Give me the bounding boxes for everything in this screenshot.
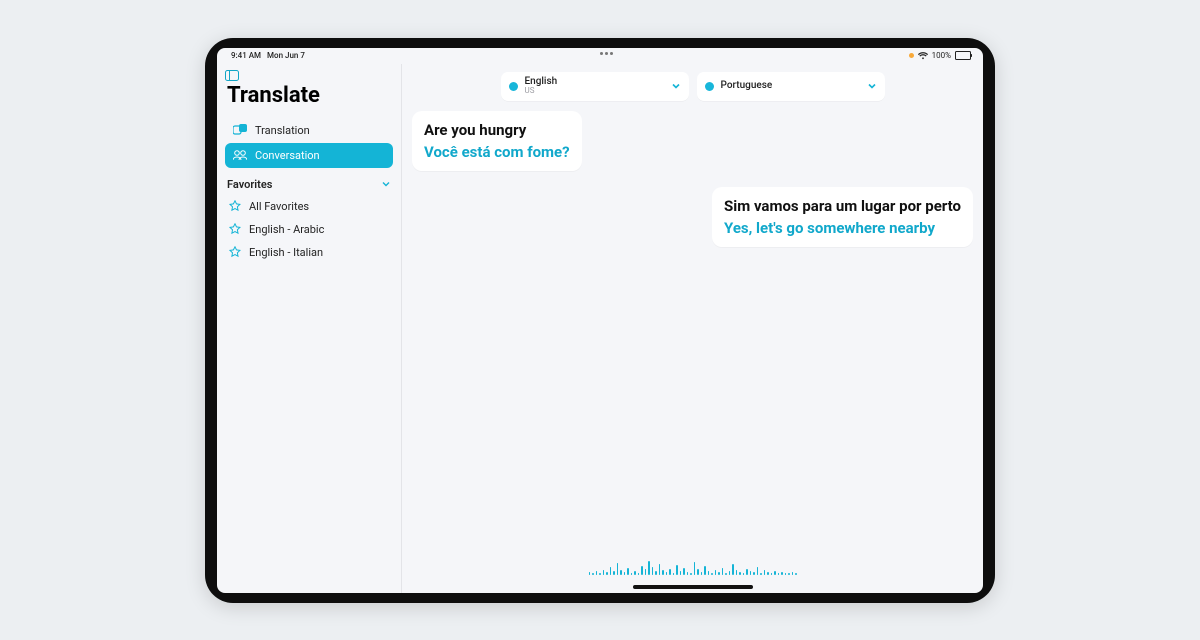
sidebar-item-translation[interactable]: Translation xyxy=(225,118,393,143)
sidebar-toggle-icon[interactable] xyxy=(225,70,393,81)
message-translation-text: Você está com fome? xyxy=(424,143,570,161)
home-indicator[interactable] xyxy=(633,585,753,589)
app-title: Translate xyxy=(227,83,393,108)
tablet-frame: 9:41 AM Mon Jun 7 100% Translate Transla… xyxy=(205,38,995,603)
chevron-down-icon xyxy=(867,81,877,91)
status-right: 100% xyxy=(909,51,971,60)
status-date: Mon Jun 7 xyxy=(267,51,305,60)
star-icon xyxy=(229,223,241,235)
conversation-icon xyxy=(233,149,247,161)
language-selector-left[interactable]: English US xyxy=(501,72,689,101)
message-translation-text: Yes, let's go somewhere nearby xyxy=(724,219,961,237)
chevron-down-icon xyxy=(671,81,681,91)
active-dot-icon xyxy=(705,82,714,91)
message-source-text: Are you hungry xyxy=(424,121,570,139)
favorite-en-it[interactable]: English - Italian xyxy=(225,241,393,264)
star-icon xyxy=(229,200,241,212)
favorite-all[interactable]: All Favorites xyxy=(225,195,393,218)
battery-percent: 100% xyxy=(932,51,951,60)
sidebar-item-label: Translation xyxy=(255,124,310,137)
waveform-mic-input[interactable] xyxy=(402,553,983,575)
language-selector-right[interactable]: Portuguese xyxy=(697,72,885,101)
sidebar: Translate Translation Conversation Favor… xyxy=(217,64,402,593)
active-dot-icon xyxy=(509,82,518,91)
language-region: US xyxy=(525,87,671,95)
star-icon xyxy=(229,246,241,258)
location-indicator-icon xyxy=(909,53,914,58)
message-source-text: Sim vamos para um lugar por perto xyxy=(724,197,961,215)
sidebar-item-conversation[interactable]: Conversation xyxy=(225,143,393,168)
language-name: Portuguese xyxy=(721,81,867,92)
favorite-label: English - Arabic xyxy=(249,223,324,236)
status-time: 9:41 AM xyxy=(231,51,261,60)
wifi-icon xyxy=(918,52,928,60)
chevron-down-icon xyxy=(381,179,391,189)
message-bubble-outgoing[interactable]: Are you hungry Você está com fome? xyxy=(412,111,582,171)
favorite-en-ar[interactable]: English - Arabic xyxy=(225,218,393,241)
message-bubble-incoming[interactable]: Sim vamos para um lugar por perto Yes, l… xyxy=(712,187,973,247)
favorite-label: All Favorites xyxy=(249,200,309,213)
favorite-label: English - Italian xyxy=(249,246,323,259)
language-name: English xyxy=(525,77,671,88)
status-bar: 9:41 AM Mon Jun 7 100% xyxy=(217,48,983,64)
sidebar-item-label: Conversation xyxy=(255,149,320,162)
battery-icon xyxy=(955,51,971,60)
translation-icon xyxy=(233,124,247,136)
screen: 9:41 AM Mon Jun 7 100% Translate Transla… xyxy=(217,48,983,593)
favorites-header[interactable]: Favorites xyxy=(227,178,391,191)
main-panel: English US Portuguese xyxy=(402,64,983,593)
status-drag-handle[interactable] xyxy=(600,52,613,55)
